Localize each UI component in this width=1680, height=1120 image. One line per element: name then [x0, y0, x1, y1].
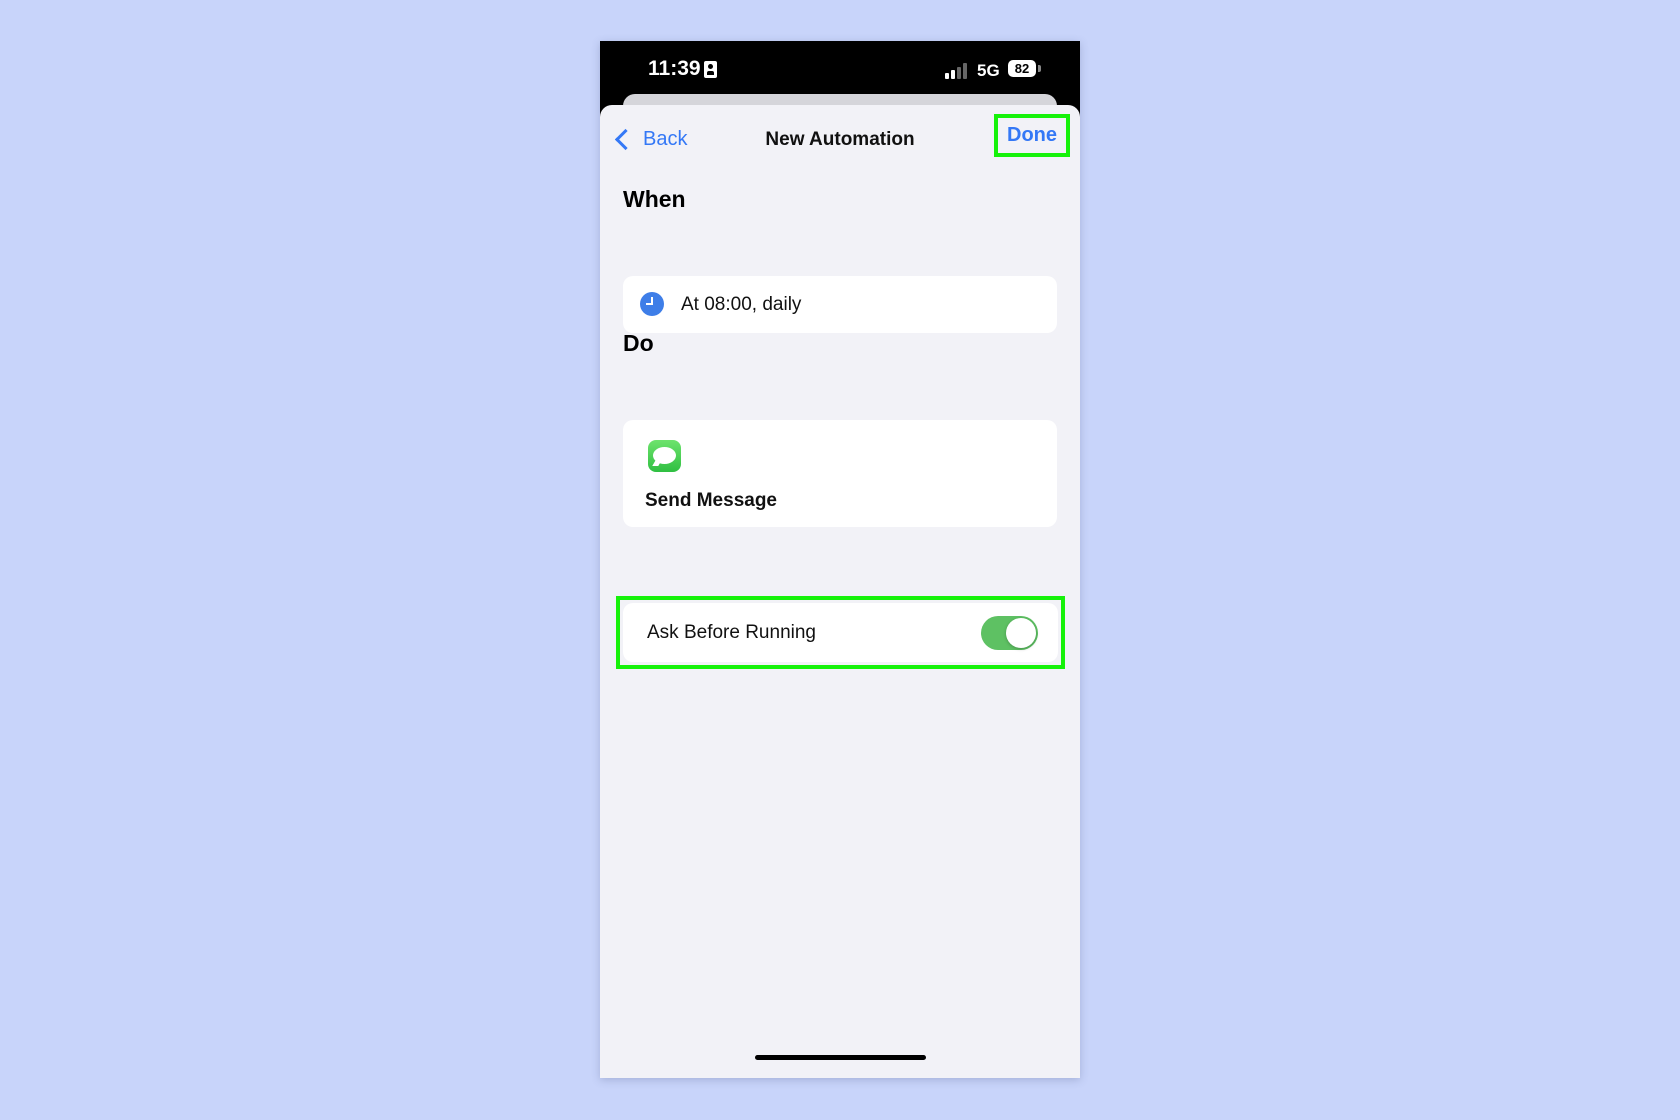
home-indicator [755, 1055, 926, 1060]
battery-cap [1038, 65, 1041, 72]
messages-app-icon [648, 440, 681, 472]
trigger-label: At 08:00, daily [681, 294, 802, 315]
automation-sheet: Back New Automation Done When At 08:00, … [600, 105, 1080, 1078]
action-label: Send Message [645, 490, 777, 511]
ask-before-running-label: Ask Before Running [647, 622, 816, 643]
person-id-icon [704, 61, 717, 78]
do-header: Do [623, 330, 654, 356]
cellular-signal-icon [945, 63, 971, 79]
ask-before-running-highlight: Ask Before Running [616, 596, 1065, 669]
done-button[interactable]: Done [994, 114, 1070, 157]
when-header: When [623, 186, 686, 212]
action-card[interactable]: Send Message [623, 420, 1057, 527]
battery-level: 82 [1014, 61, 1030, 76]
status-time: 11:39 [648, 57, 701, 80]
battery-icon: 82 [1008, 60, 1036, 77]
ask-before-running-toggle[interactable] [981, 616, 1038, 650]
done-label: Done [1007, 124, 1057, 146]
phone-frame: 11:39 5G 82 Back New Automation Done Whe… [600, 41, 1080, 1078]
toggle-knob [1006, 618, 1036, 648]
clock-icon [640, 292, 664, 316]
network-type: 5G [977, 61, 1000, 80]
ask-before-running-row: Ask Before Running [623, 603, 1058, 662]
trigger-row[interactable]: At 08:00, daily [623, 276, 1057, 333]
